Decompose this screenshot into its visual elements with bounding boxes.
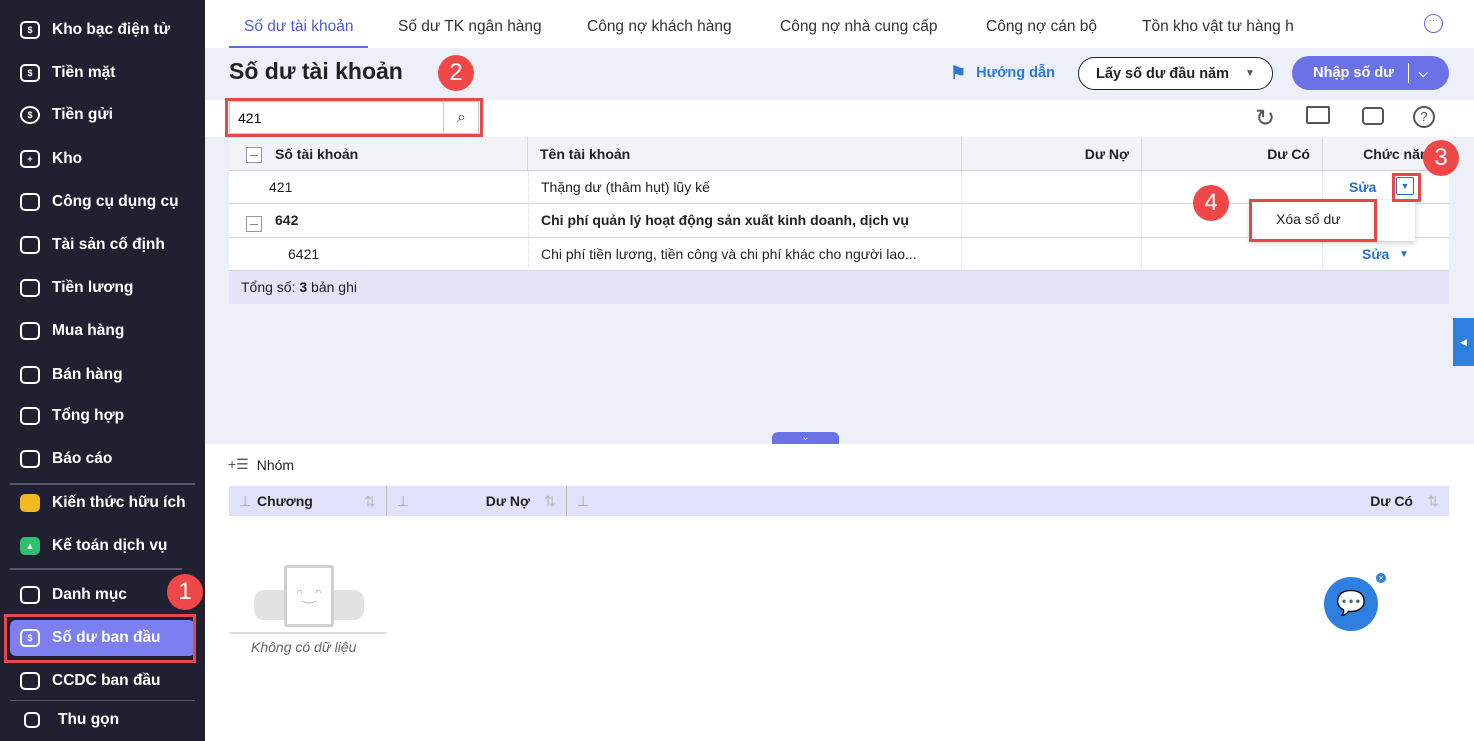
col-account-name[interactable]: Tên tài khoản [528,137,962,171]
tab-inventory[interactable]: Tồn kho vật tư hàng h [1142,0,1300,48]
col-debit[interactable]: Dư Nợ [962,137,1142,171]
credit [1142,238,1323,271]
highlight-box [1392,173,1421,202]
accounting-service-icon: ▲ [20,537,40,555]
sidebar-item-purchase[interactable]: Mua hàng [10,313,195,349]
print-icon[interactable] [1362,107,1384,125]
sidebar-item-accounting-service[interactable]: ▲ Kế toán dịch vụ [10,528,195,564]
table-row[interactable]: 6421 Chi phí tiền lương, tiền công và ch… [229,238,1449,271]
chevron-down-icon: ⌵ [1418,65,1428,80]
divider [10,700,195,701]
sidebar-item-knowledge[interactable]: Kiến thức hữu ích [10,485,195,521]
tab-supplier-debt[interactable]: Công nợ nhà cung cấp [780,0,938,48]
group-button[interactable]: +☰ Nhóm [228,456,294,473]
highlight-box [225,98,483,137]
page-title: Số dư tài khoản [229,58,403,84]
col-debit-lower[interactable]: ⊥ Dư Nợ ⇅ [387,486,567,516]
group-icon: +☰ [228,456,249,472]
collapse-group-toggle[interactable] [246,216,262,232]
sidebar-item-ccdc[interactable]: CCDC ban đầu [10,663,195,699]
summary-icon [20,407,40,425]
pin-icon: ⊥ [239,493,252,509]
chevron-down-icon: ▼ [1245,68,1255,79]
sidebar-item-salary[interactable]: Tiền lương [10,270,195,306]
tab-customer-debt[interactable]: Công nợ khách hàng [587,0,732,48]
empty-state-illustration: ᵔ‿ᵔ [229,545,387,635]
sort-icon: ⇅ [1427,493,1439,509]
step-badge: 2 [438,55,474,91]
cash-icon: $ [20,64,40,82]
catalog-icon [20,586,40,604]
empty-state-text: Không có dữ liệu [251,639,357,655]
account-name: Chi phí tiền lương, tiền công và chi phí… [528,238,962,271]
sidebar-item-sales[interactable]: Bán hàng [10,357,195,393]
debit [962,238,1142,271]
divider [10,568,182,570]
actions-dropdown-toggle[interactable]: ▼ [1399,238,1409,271]
guide-button[interactable]: ⚑ Hướng dẫn [950,60,1055,86]
warehouse-icon: + [20,150,40,168]
col-chapter[interactable]: ⊥ Chương ⇅ [229,486,387,516]
account-number: 421 [269,179,293,195]
collapse-icon [24,712,40,728]
refresh-icon[interactable]: ↻ [1255,104,1275,133]
col-account-number[interactable]: Số tài khoản [263,137,528,171]
highlight-box [4,614,196,663]
account-name: Chi phí quản lý hoạt động sản xuất kinh … [528,204,962,237]
sidebar-item-warehouse[interactable]: + Kho [10,141,195,177]
sidebar-item-report[interactable]: Báo cáo [10,441,195,477]
col-credit-lower[interactable]: ⊥ Dư Có ⇅ [567,486,1449,516]
highlight-box [1249,199,1377,242]
deposit-icon: $ [20,106,40,124]
sidebar-item-summary[interactable]: Tổng hợp [10,398,195,434]
account-name: Thặng dư (thâm hụt) lũy kế [528,171,962,204]
knowledge-icon [20,494,40,512]
debit [962,204,1142,237]
truck-icon [20,236,40,254]
tab-staff-debt[interactable]: Công nợ cán bộ [986,0,1097,48]
chat-button[interactable]: 💬 [1324,577,1378,631]
sidebar-item-treasury[interactable]: $ Kho bạc điện tử [10,12,195,48]
tools-icon [20,193,40,211]
salary-icon [20,279,40,297]
table-footer: Tổng số: 3 bản ghi [229,271,1449,304]
email-icon[interactable] [1306,106,1330,124]
side-panel-toggle[interactable]: ◀ [1453,318,1474,366]
select-all-checkbox[interactable] [246,147,262,163]
get-opening-balance-dropdown[interactable]: Lấy số dư đầu năm ▼ [1078,57,1273,90]
help-icon[interactable]: ? [1413,106,1435,128]
tab-account-balance[interactable]: Số dư tài khoản [229,0,369,48]
close-chat-icon[interactable]: × [1374,571,1388,585]
sidebar-item-tools[interactable]: Công cụ dụng cụ [10,184,195,220]
treasury-icon: $ [20,21,40,39]
ccdc-icon [20,672,40,690]
pin-icon: ⊥ [577,493,590,509]
pin-icon: ⊥ [397,493,410,509]
step-badge: 3 [1423,140,1459,176]
col-credit[interactable]: Dư Có [1142,137,1323,171]
edit-link[interactable]: Sửa [1362,238,1402,271]
step-badge: 4 [1193,185,1229,221]
sort-icon: ⇅ [544,493,556,509]
guide-icon: ⚑ [950,62,967,83]
collapse-button[interactable]: Thu gọn [10,702,195,738]
sort-icon: ⇅ [364,493,376,509]
divider [1407,63,1409,83]
cart-icon [20,322,40,340]
import-balance-button[interactable]: Nhập số dư ⌵ [1292,56,1449,90]
step-badge: 1 [167,574,203,610]
sidebar-item-deposit[interactable]: $ Tiền gửi [10,97,195,133]
report-icon [20,450,40,468]
sidebar-item-cash[interactable]: $ Tiền mặt [10,55,195,91]
tab-bank-balance[interactable]: Số dư TK ngân hàng [398,0,542,48]
store-icon [20,366,40,384]
more-tabs-icon[interactable]: ··· [1424,14,1443,33]
debit [962,171,1142,204]
account-number: 6421 [288,246,320,262]
sidebar-item-fixed-assets[interactable]: Tài sản cố định [10,227,195,263]
account-number: 642 [275,212,299,228]
splitter-toggle[interactable]: ⌄ [772,432,839,444]
